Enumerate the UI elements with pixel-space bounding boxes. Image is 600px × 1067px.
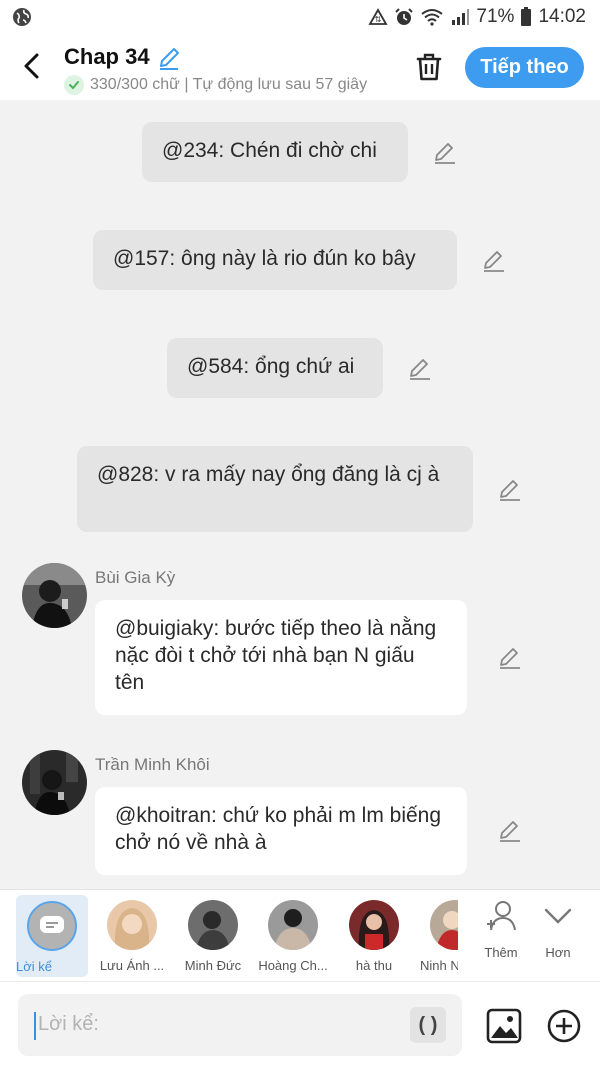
narration-text: @584: ổng chứ ai (187, 355, 355, 378)
chapter-title: Chap 34 (64, 44, 150, 69)
edit-title-icon[interactable] (156, 45, 182, 71)
dialogue-text: @khoitran: chứ ko phải m lm biếng chở nó… (115, 804, 442, 854)
character-label: Minh Đức (184, 958, 242, 973)
dialogue-text: @buigiaky: bước tiếp theo là nằng nặc đò… (115, 617, 437, 694)
add-character-button[interactable]: Thêm (471, 898, 531, 960)
narrator-chip[interactable]: Lời kể (16, 895, 88, 977)
image-icon[interactable] (486, 1008, 522, 1044)
autosave-status: 330/300 chữ | Tự động lưu sau 57 giây (64, 74, 394, 96)
message-input[interactable]: Lời kể: ( ) (18, 994, 462, 1056)
character-chip[interactable]: Minh Đức (176, 894, 250, 978)
battery-icon (521, 7, 532, 26)
editor-header: Chap 34 330/300 chữ | Tự động lưu sau 57… (0, 36, 600, 100)
avatar (188, 900, 238, 950)
character-chip[interactable]: Hoàng Ch... (256, 894, 330, 978)
more-button[interactable]: Hơn (528, 898, 588, 960)
character-label: Lưu Ánh ... (99, 958, 165, 973)
avatar[interactable] (22, 750, 87, 815)
wifi-icon (421, 9, 444, 26)
narration-bubble[interactable]: @584: ổng chứ ai (167, 338, 383, 398)
narrator-avatar (27, 901, 77, 951)
chat-bubble-icon (40, 916, 64, 933)
dialogue-bubble[interactable]: @buigiaky: bước tiếp theo là nằng nặc đò… (95, 600, 467, 715)
character-name: Bùi Gia Kỳ (95, 568, 176, 587)
character-label: Ninh N (420, 958, 458, 973)
narration-bubble[interactable]: @828: v ra mấy nay ổng đăng là cj à (77, 446, 473, 532)
narration-bubble[interactable]: @234: Chén đi chờ chi (142, 122, 408, 182)
composer: Lời kể: ( ) (0, 981, 600, 1067)
signal-icon (452, 9, 470, 25)
battery-percent: 71% (476, 6, 515, 27)
add-person-icon (487, 901, 516, 931)
word-count-text: 330/300 chữ | Tự động lưu sau 57 giây (90, 76, 368, 93)
trash-icon[interactable] (412, 50, 446, 84)
edit-pencil-icon[interactable] (497, 818, 523, 844)
edit-pencil-icon[interactable] (407, 356, 433, 382)
chevron-down-icon (544, 908, 572, 924)
globe-icon (13, 8, 31, 26)
text-caret (34, 1012, 36, 1040)
character-chip[interactable]: Lưu Ánh ... (95, 894, 169, 978)
more-label: Hơn (545, 945, 571, 960)
avatar (349, 900, 399, 950)
avatar (107, 900, 157, 950)
back-button[interactable] (14, 48, 50, 84)
narration-bubble[interactable]: @157: ông này là rio đún ko bây (93, 230, 457, 290)
dialogue-bubble[interactable]: @khoitran: chứ ko phải m lm biếng chở nó… (95, 787, 467, 875)
next-button[interactable]: Tiếp theo (465, 47, 584, 88)
avatar[interactable] (22, 563, 87, 628)
character-name: Trần Minh Khôi (95, 755, 210, 774)
character-chip[interactable]: Ninh N (418, 894, 458, 978)
narration-text: @234: Chén đi chờ chi (162, 139, 377, 162)
clock: 14:02 (538, 6, 586, 27)
edit-pencil-icon[interactable] (497, 477, 523, 503)
status-bar: ⇅ 71% 14:02 (0, 0, 600, 36)
edit-pencil-icon[interactable] (497, 645, 523, 671)
avatar (430, 900, 458, 950)
edit-pencil-icon[interactable] (432, 140, 458, 166)
character-chip[interactable]: hà thu (337, 894, 411, 978)
parenthesis-button[interactable]: ( ) (410, 1007, 446, 1043)
input-placeholder: Lời kể: (38, 1013, 99, 1035)
character-label: hà thu (355, 958, 393, 973)
check-icon (64, 75, 84, 95)
add-label: Thêm (484, 945, 518, 960)
edit-pencil-icon[interactable] (481, 248, 507, 274)
data-saver-icon: ⇅ (368, 8, 388, 25)
avatar (268, 900, 318, 950)
character-selector: Lời kể Lưu Ánh ... Minh Đức Hoàng Ch... … (0, 889, 600, 981)
chevron-left-icon (24, 53, 39, 79)
narration-text: @828: v ra mấy nay ổng đăng là cj à (97, 463, 440, 486)
character-label: Hoàng Ch... (258, 958, 328, 973)
svg-text:⇅: ⇅ (375, 15, 382, 24)
add-icon[interactable] (546, 1008, 582, 1044)
narration-text: @157: ông này là rio đún ko bây (113, 247, 416, 270)
alarm-icon (395, 8, 414, 25)
character-label: Lời kể (16, 959, 52, 974)
